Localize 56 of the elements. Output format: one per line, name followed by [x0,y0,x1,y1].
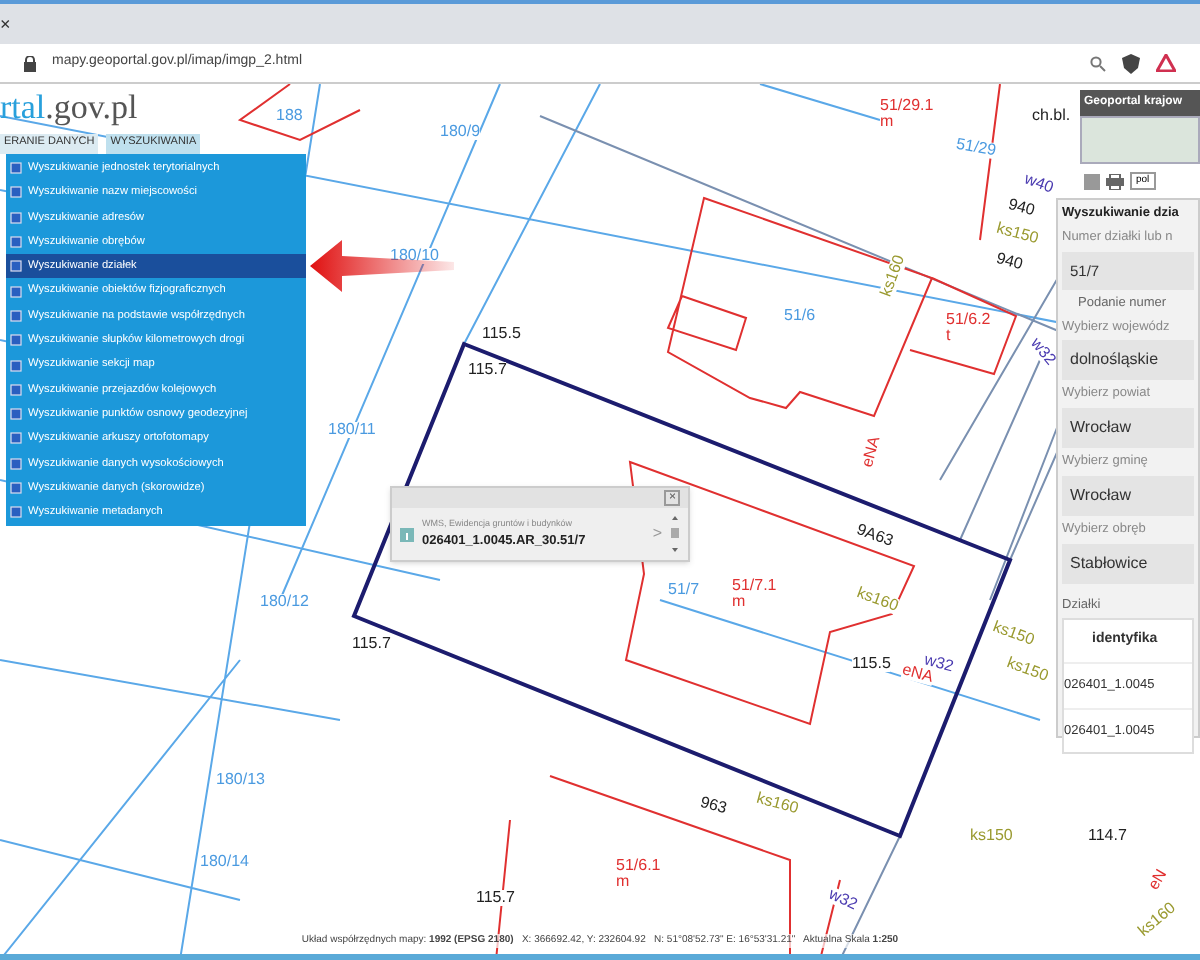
map-label: 51/6.2 [946,312,991,328]
map-label: eNA [859,434,884,470]
map-label: ks150 [990,619,1037,649]
info-icon [400,527,414,541]
lock-icon [24,55,36,71]
map-label: w40 [1022,171,1056,197]
shield-icon[interactable] [1122,53,1140,73]
map-label: ks160 [754,790,801,818]
select-field[interactable]: Stabłowice [1062,543,1194,583]
zoom-icon[interactable] [1090,55,1106,71]
map-label: 51/6.1 [616,858,661,874]
map-label: 51/7.1 [732,578,777,594]
logo-text: .gov.pl [45,90,138,124]
map-label: m [732,594,746,610]
tab-close-button[interactable]: × [0,15,11,33]
map-label: 940 [1006,196,1037,220]
map-label: 180/13 [216,772,265,788]
map-label: 51/29.1 [880,98,934,114]
map-label: 115.5 [482,326,521,342]
next-button[interactable]: > [652,522,662,546]
arrow-icon [310,240,454,292]
map-label: ks160 [854,585,901,615]
map-label: 115.7 [468,362,507,378]
map-label: t [946,328,951,344]
map-label: 51/29 [954,136,998,160]
logo-accent: rtal [0,90,46,124]
map-label: 180/11 [328,422,376,438]
map-label: 180/14 [200,854,249,870]
map-label: m [616,874,630,890]
map-label: eN [1146,867,1171,893]
map-label: 115.5 [852,656,891,672]
select-field[interactable]: dolnośląskie [1062,340,1194,381]
map-label: 963 [698,794,729,818]
map-label: 51/6 [784,308,816,324]
map-label: 188 [276,108,303,124]
minimap-placeholder [1080,116,1200,164]
map-label: 180/12 [260,594,309,610]
map-label: ch.bl. [1032,108,1071,124]
map-label: ks160 [878,253,909,299]
triangle-icon[interactable] [1156,54,1176,72]
map-label: 180/9 [440,124,481,140]
select-field[interactable]: Wrocław [1062,475,1194,516]
map-label: 51/7 [668,582,700,598]
print-icon[interactable] [1106,173,1124,189]
map-label: ks150 [994,220,1041,248]
select-field[interactable]: Wrocław [1062,408,1194,448]
map-label: ks150 [1004,655,1051,685]
map-label: 940 [994,250,1025,274]
map-label: 115.7 [476,890,515,906]
map-label: m [880,114,894,130]
map-label: ks150 [970,828,1013,844]
scrollbar-icon [670,514,680,554]
map-label: 115.7 [352,636,391,652]
map-label: 114.7 [1088,828,1127,844]
map-label: w32 [826,886,860,914]
map-label: 9A63 [854,522,895,550]
